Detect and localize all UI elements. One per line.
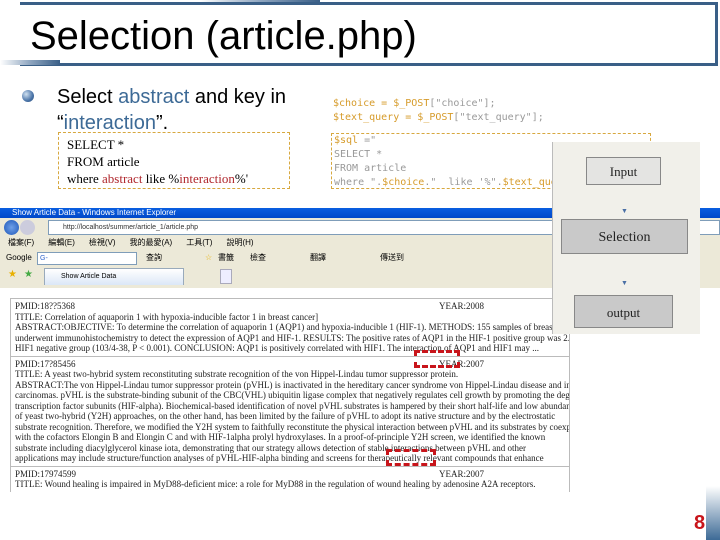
bullet-text: Select abstract and key in “interaction”… [57, 84, 327, 136]
record-abstract-line: applications may include structure/funct… [15, 453, 544, 463]
text: $_POST [417, 112, 454, 123]
record-title: TITLE: Wound healing is impaired in MyD8… [15, 479, 536, 489]
google-logo: Google [6, 253, 32, 262]
text: “ [57, 112, 64, 134]
record-abstract-line: with the cofactors Elongin B and Elongin… [15, 432, 546, 442]
text: %' [234, 171, 249, 186]
toolbar-send[interactable]: 傳送到 [380, 249, 404, 267]
php-code: $choice = $_POST["choice"]; $text_query =… [333, 97, 544, 125]
text: where ". [334, 177, 383, 188]
text: $choice [382, 177, 425, 188]
arrow-down-icon: ▼ [621, 208, 628, 215]
php-line: $choice = $_POST["choice"]; [333, 97, 544, 111]
record: PMID:18??5368 YEAR:2008 TITLE: Correlati… [10, 298, 570, 356]
text: ["text_query"]; [453, 112, 544, 123]
record-title: TITLE: Correlation of aquaporin 1 with h… [15, 311, 319, 322]
record-abstract-line: substrate recognition. Therefore, we mod… [15, 421, 570, 432]
flow-diagram: Input ▼ Selection ▼ output [552, 142, 700, 334]
slide-title: Selection (article.php) [30, 14, 417, 58]
record-list: PMID:18??5368 YEAR:2008 TITLE: Correlati… [10, 298, 570, 492]
slide-decoration [706, 486, 720, 540]
record: PMID:17?85456 YEAR:2007 TITLE: A yeast t… [10, 355, 570, 466]
text: $sql [334, 135, 359, 146]
sql-line: FROM article [67, 154, 140, 169]
sql-field: abstract [102, 171, 143, 186]
record: PMID:17974599 YEAR:2007 TITLE: Wound hea… [10, 465, 570, 492]
menu-bar: 檔案(F) 編輯(E) 檢視(V) 我的最愛(A) 工具(T) 說明(H) [0, 237, 260, 249]
toolbar-bookmarks[interactable]: 書籤 [218, 249, 234, 267]
favorites-star-icon[interactable]: ★ [8, 269, 17, 280]
forward-icon[interactable] [20, 220, 35, 235]
text: ["choice"]; [429, 98, 496, 109]
record-abstract-line: HIF1 negative group (103/4-38, P < 0.001… [15, 343, 540, 353]
text: $choice = [333, 98, 394, 109]
highlight-interaction [414, 350, 460, 368]
text: where [67, 171, 103, 186]
title-decoration [0, 60, 60, 65]
toolbar-check[interactable]: 檢查 [250, 249, 266, 267]
text: ." like '%". [424, 177, 503, 188]
star-icon[interactable]: ☆ [205, 249, 212, 267]
text: Select [57, 86, 119, 108]
menu-help[interactable]: 說明(H) [226, 238, 253, 247]
sql-line: where abstract like %interaction%' [67, 170, 281, 187]
new-tab-button[interactable] [220, 269, 232, 284]
bullet-icon [22, 90, 34, 102]
flow-selection: Selection [561, 219, 688, 254]
record-abstract-line: of yeast two-hybrid (Y2H) approaches, on… [15, 411, 556, 421]
record-abstract-line: ABSTRACT:OBJECTIVE: To determine the cor… [15, 322, 569, 332]
menu-tools[interactable]: 工具(T) [186, 238, 212, 247]
text: G- [40, 255, 48, 262]
sql-line: SELECT * [67, 137, 125, 152]
toolbar-search[interactable]: 查詢 [146, 249, 162, 267]
record-abstract-line: transcription factor subunits (HIF-alpha… [15, 400, 570, 411]
menu-favorites[interactable]: 我的最愛(A) [130, 238, 173, 247]
url-input[interactable]: http://localhost/summer/article_1/articl… [48, 220, 614, 235]
record-abstract-line: carcinomas. pVHL is the substrate-bindin… [15, 390, 570, 400]
back-icon[interactable] [4, 220, 19, 235]
text: $text_query = [333, 112, 418, 123]
sql-term: interaction [179, 171, 235, 186]
flow-output: output [574, 295, 673, 328]
menu-edit[interactable]: 編輯(E) [48, 238, 75, 247]
record-abstract-line: ABSTRACT:The von Hippel-Lindau tumor sup… [15, 379, 569, 390]
php-line: $text_query = $_POST["text_query"]; [333, 111, 544, 125]
text: $_POST [393, 98, 430, 109]
keyword-abstract: abstract [118, 86, 190, 108]
highlight-interaction [386, 449, 436, 466]
add-favorites-icon[interactable]: ★ [24, 269, 33, 280]
record-abstract-line: underwent immunohistochemistry to detect… [15, 332, 570, 343]
text: ”. [155, 112, 169, 134]
google-search-input[interactable]: G- [37, 252, 137, 265]
menu-view[interactable]: 檢視(V) [89, 238, 116, 247]
toolbar-translate[interactable]: 翻譯 [310, 249, 326, 267]
text: =" [358, 135, 377, 146]
tab-article[interactable]: Show Article Data [44, 268, 184, 285]
text: like % [142, 171, 180, 186]
menu-file[interactable]: 檔案(F) [8, 238, 34, 247]
record-year: YEAR:2008 [439, 301, 484, 312]
keyword-interaction: interaction [63, 112, 156, 134]
page-number: 8 [694, 512, 706, 534]
record-abstract-line: substrate including diacylglycerol kinas… [15, 442, 527, 453]
record-title: TITLE: A yeast two-hybrid system reconst… [15, 369, 459, 379]
arrow-down-icon: ▼ [621, 280, 628, 287]
text: and key in [189, 86, 287, 108]
record-year: YEAR:2007 [439, 468, 484, 479]
flow-input: Input [586, 157, 661, 185]
sql-query-box: SELECT * FROM article where abstract lik… [58, 132, 290, 189]
